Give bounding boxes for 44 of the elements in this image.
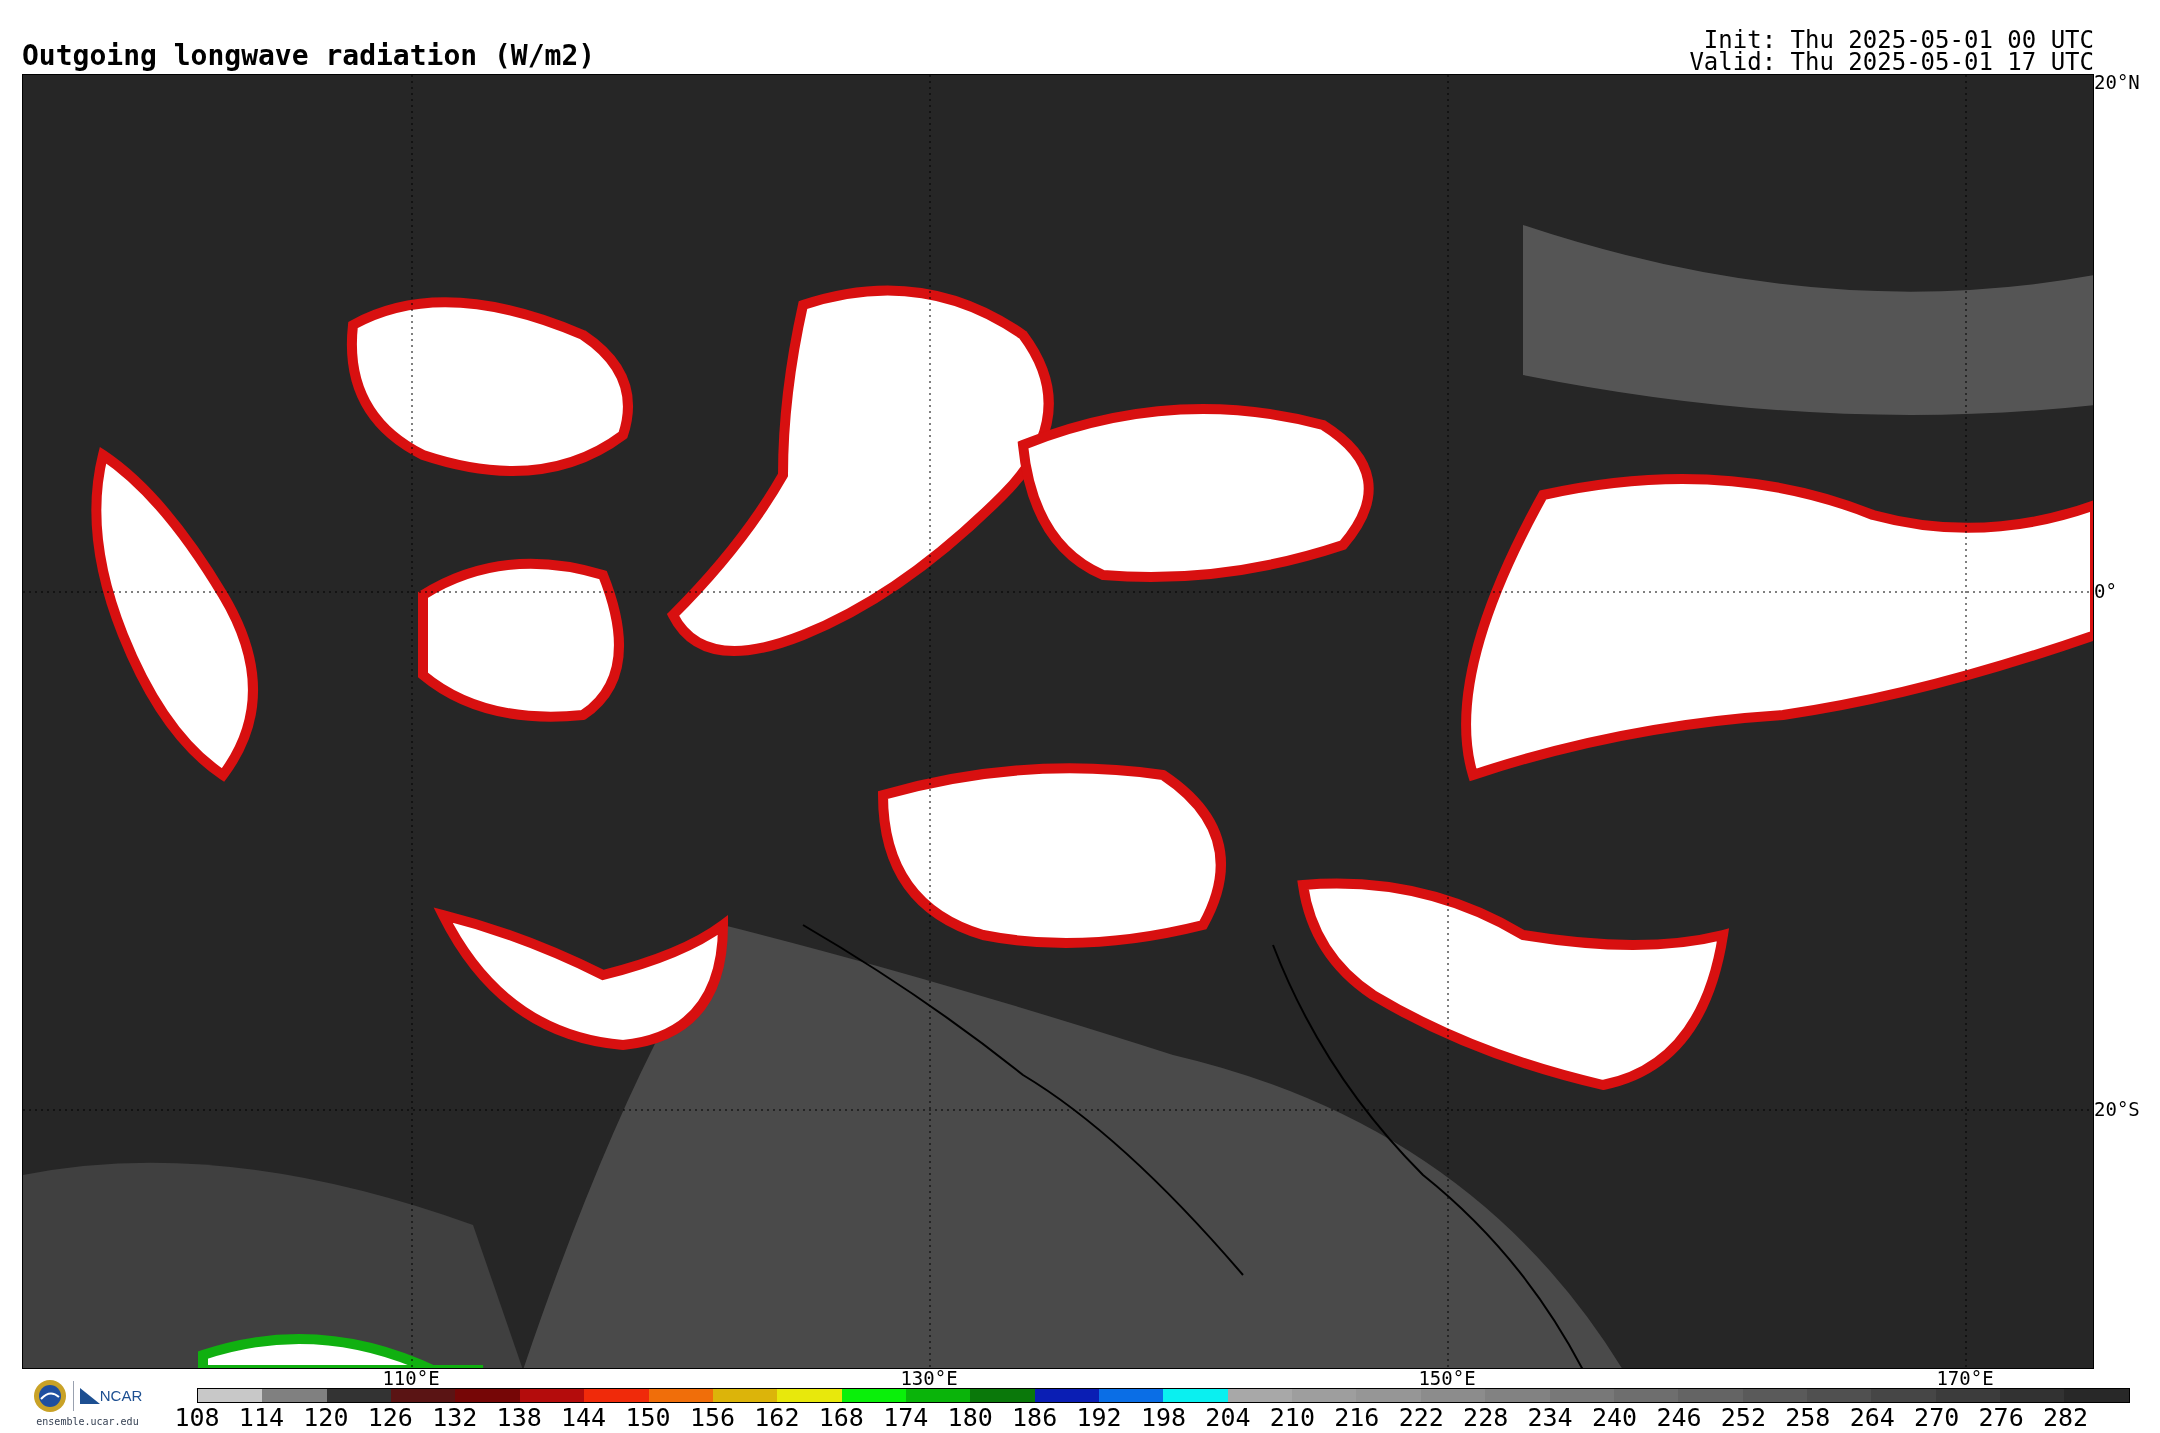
colorbar-tick-label: 174 bbox=[883, 1405, 929, 1430]
colorbar-tick-label: 144 bbox=[561, 1405, 607, 1430]
colorbar-tick-label: 156 bbox=[689, 1405, 736, 1430]
colorbar-tick-label: 240 bbox=[1591, 1405, 1638, 1430]
colorbar-tick-label: 270 bbox=[1914, 1405, 1960, 1430]
colorbar-tick-label: 120 bbox=[303, 1405, 349, 1430]
colorbar-tick-label: 258 bbox=[1785, 1405, 1831, 1430]
colorbar-tick-label: 246 bbox=[1656, 1405, 1702, 1430]
colorbar-tick-label: 252 bbox=[1720, 1405, 1766, 1430]
latitude-label: 0° bbox=[2094, 582, 2117, 601]
colorbar-tick-label: 228 bbox=[1463, 1405, 1509, 1430]
colorbar-tick-label: 204 bbox=[1205, 1405, 1251, 1430]
colorbar-tick-label: 114 bbox=[238, 1405, 284, 1430]
logo-text: NCAR bbox=[99, 1385, 143, 1406]
colorbar-tick-label: 132 bbox=[432, 1405, 478, 1430]
colorbar-tick-label: 210 bbox=[1269, 1405, 1315, 1430]
longitude-label: 110°E bbox=[382, 1369, 440, 1388]
site-url: ensemble.ucar.edu bbox=[36, 1415, 139, 1429]
colorbar-tick-label: 186 bbox=[1012, 1405, 1058, 1430]
colorbar-tick-label: 192 bbox=[1076, 1405, 1122, 1430]
init-time: Init: Thu 2025-05-01 00 UTC bbox=[1703, 29, 2094, 51]
colorbar-tick-label: 162 bbox=[754, 1405, 800, 1430]
colorbar-tick-label: 168 bbox=[818, 1405, 864, 1430]
colorbar-tick-label: 108 bbox=[174, 1405, 220, 1430]
colorbar-tick-label: 222 bbox=[1398, 1405, 1444, 1430]
colorbar-tick-label: 216 bbox=[1334, 1405, 1380, 1430]
colorbar-tick-label: 276 bbox=[1978, 1405, 2024, 1430]
valid-time: Valid: Thu 2025-05-01 17 UTC bbox=[1689, 51, 2094, 73]
longitude-label: 130°E bbox=[900, 1369, 958, 1388]
colorbar-tick-label: 180 bbox=[947, 1405, 993, 1430]
triangle-logo-icon bbox=[79, 1388, 100, 1404]
longitude-label: 170°E bbox=[1936, 1369, 1994, 1388]
latitude-label: 20°N bbox=[2094, 73, 2140, 92]
latitude-label: 20°S bbox=[2094, 1100, 2140, 1119]
emblem-icon bbox=[32, 1379, 67, 1413]
colorbar-tick-label: 198 bbox=[1140, 1405, 1187, 1430]
colorbar-tick-label: 150 bbox=[625, 1405, 671, 1430]
colorbar-tick-label: 264 bbox=[1849, 1405, 1895, 1430]
colorbar-tick-label: 234 bbox=[1527, 1405, 1573, 1430]
colorbar-tick-label: 126 bbox=[367, 1405, 413, 1430]
chart-title: Outgoing longwave radiation (W/m2) bbox=[22, 42, 596, 70]
colorbar-tick-label: 282 bbox=[2043, 1405, 2089, 1430]
colorbar-tick-label: 138 bbox=[496, 1405, 542, 1430]
longitude-label: 150°E bbox=[1418, 1369, 1476, 1388]
